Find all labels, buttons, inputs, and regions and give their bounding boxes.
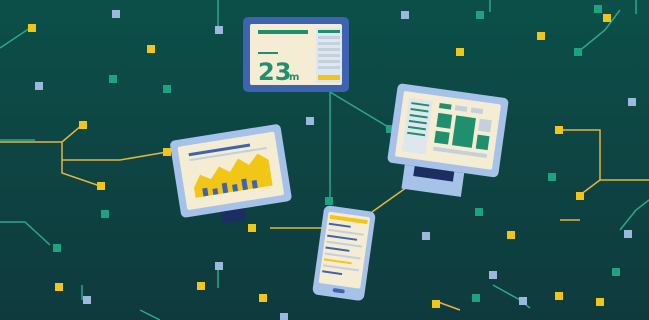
connected-devices-illustration: 23 m bbox=[0, 0, 649, 320]
big-number: 23 bbox=[258, 58, 291, 86]
wall-monitor: 23 m bbox=[243, 17, 349, 92]
unit-label: m bbox=[289, 72, 299, 83]
illustration-canvas: 23 m bbox=[0, 0, 649, 320]
